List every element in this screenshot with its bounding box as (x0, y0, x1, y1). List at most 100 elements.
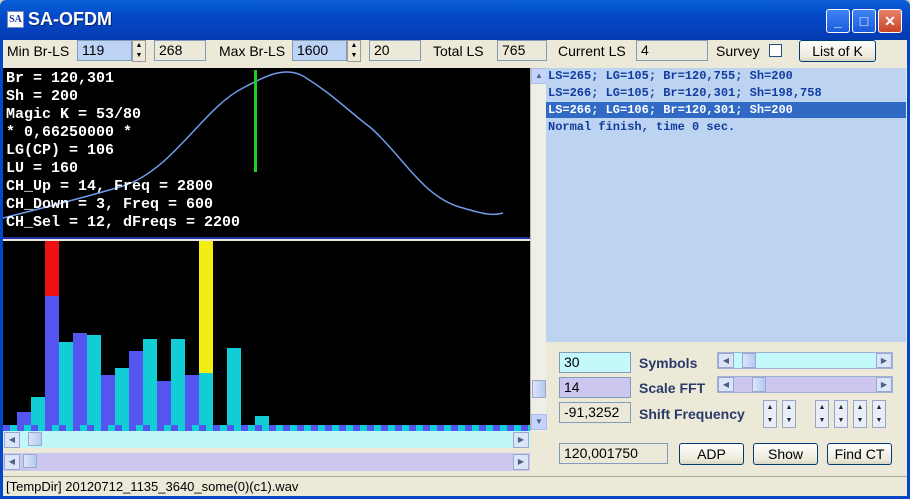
scroll-thumb[interactable] (532, 380, 546, 398)
shift-step-spinner[interactable]: ▲ ▼ (872, 400, 886, 428)
app-icon: SA (7, 11, 24, 28)
shift-step-spinner[interactable]: ▲ ▼ (815, 400, 829, 428)
spin-down-icon[interactable]: ▼ (133, 51, 145, 61)
min-br-ls-input[interactable]: 119 (77, 40, 132, 61)
spectrum-bar (101, 375, 115, 425)
scale-fft-slider[interactable]: ◀ ▶ (717, 376, 893, 393)
plot-info-line: * 0,66250000 * (6, 124, 133, 141)
min-br-ls-second-field[interactable]: 268 (154, 40, 206, 61)
spectrum-bar-highlight (199, 241, 213, 373)
scroll-left-icon[interactable]: ◀ (4, 454, 20, 470)
step-down-icon[interactable]: ▼ (873, 414, 885, 427)
show-button[interactable]: Show (753, 443, 818, 465)
spectrum-bar (17, 412, 31, 425)
shift-step-spinner[interactable]: ▲ ▼ (834, 400, 848, 428)
shift-step-spinner[interactable]: ▲ ▼ (853, 400, 867, 428)
spectrum-bar (31, 397, 45, 425)
current-ls-label: Current LS (558, 43, 626, 59)
slider-thumb[interactable] (752, 377, 766, 392)
scroll-right-icon[interactable]: ▶ (513, 454, 529, 470)
spectrum-bar (129, 351, 143, 425)
log-line[interactable]: LS=266; LG=105; Br=120,301; Sh=198,758 (546, 85, 906, 101)
spectrum-bar (59, 342, 73, 425)
slider-left-icon[interactable]: ◀ (718, 353, 734, 368)
spectrum-bar (73, 333, 87, 425)
spectrum-horizontal-scrollbar[interactable]: ◀ ▶ (3, 431, 530, 448)
br-result-field[interactable]: 120,001750 (559, 443, 668, 464)
scroll-left-icon[interactable]: ◀ (4, 432, 20, 448)
max-br-ls-input[interactable]: 1600 (292, 40, 347, 61)
log-line[interactable]: LS=265; LG=105; Br=120,755; Sh=200 (546, 68, 906, 84)
spectrum-bar (87, 335, 101, 425)
status-bar: [TempDir] 20120712_1135_3640_some(0)(c1)… (3, 476, 907, 496)
find-ct-button[interactable]: Find CT (827, 443, 892, 465)
spectrum-bar (227, 348, 241, 425)
log-line[interactable]: Normal finish, time 0 sec. (546, 119, 906, 135)
step-up-icon[interactable]: ▲ (783, 401, 795, 414)
max-br-ls-second-field[interactable]: 20 (369, 40, 421, 61)
plot-info-line: CH_Sel = 12, dFreqs = 2200 (6, 214, 241, 231)
step-up-icon[interactable]: ▲ (873, 401, 885, 414)
time-horizontal-scrollbar[interactable]: ◀ ▶ (3, 453, 530, 471)
scroll-right-icon[interactable]: ▶ (513, 432, 529, 448)
step-up-icon[interactable]: ▲ (764, 401, 776, 414)
max-br-ls-spinner[interactable]: ▲ ▼ (347, 40, 361, 62)
spin-up-icon[interactable]: ▲ (348, 41, 360, 51)
spin-up-icon[interactable]: ▲ (133, 41, 145, 51)
close-button[interactable]: ✕ (878, 9, 902, 33)
plot-info-line: LU = 160 (6, 160, 79, 177)
maximize-button[interactable]: □ (852, 9, 876, 33)
plot-info-line: LG(CP) = 106 (6, 142, 115, 159)
shift-frequency-label: Shift Frequency (639, 406, 745, 422)
plot-info-line: Br = 120,301 (6, 70, 115, 87)
spectrum-bar (115, 368, 129, 425)
survey-checkbox[interactable] (769, 44, 782, 57)
spectrum-bar-highlight (45, 241, 59, 296)
spectrum-bar (143, 339, 157, 425)
min-br-ls-label: Min Br-LS (7, 43, 70, 59)
spectrum-bar (185, 375, 199, 425)
step-up-icon[interactable]: ▲ (816, 401, 828, 414)
scale-fft-label: Scale FFT (639, 380, 706, 396)
symbols-field[interactable]: 30 (559, 352, 631, 373)
step-down-icon[interactable]: ▼ (854, 414, 866, 427)
scroll-thumb[interactable] (28, 432, 42, 446)
step-down-icon[interactable]: ▼ (835, 414, 847, 427)
adp-button[interactable]: ADP (679, 443, 744, 465)
slider-right-icon[interactable]: ▶ (876, 377, 892, 392)
results-log[interactable]: LS=265; LG=105; Br=120,755; Sh=200 LS=266… (546, 68, 906, 342)
shift-step-spinner[interactable]: ▲ ▼ (782, 400, 796, 428)
spectrum-bar (255, 416, 269, 425)
list-of-k-button[interactable]: List of K (799, 40, 876, 62)
slider-right-icon[interactable]: ▶ (876, 353, 892, 368)
log-line[interactable]: LS=266; LG=106; Br=120,301; Sh=200 (546, 102, 906, 118)
step-down-icon[interactable]: ▼ (816, 414, 828, 427)
spectrum-plot (3, 241, 530, 431)
scale-fft-field[interactable]: 14 (559, 377, 631, 398)
plot-info-line: CH_Up = 14, Freq = 2800 (6, 178, 214, 195)
plot-vertical-scrollbar[interactable]: ▲ ▼ (530, 68, 547, 431)
shift-frequency-field[interactable]: -91,3252 (559, 402, 631, 423)
symbols-slider[interactable]: ◀ ▶ (717, 352, 893, 369)
slider-thumb[interactable] (742, 353, 756, 368)
scroll-down-icon[interactable]: ▼ (531, 414, 547, 430)
scroll-thumb[interactable] (23, 454, 37, 468)
marker-line (254, 70, 257, 172)
slider-left-icon[interactable]: ◀ (718, 377, 734, 392)
shift-step-spinner[interactable]: ▲ ▼ (763, 400, 777, 428)
total-ls-field[interactable]: 765 (497, 40, 547, 61)
min-br-ls-spinner[interactable]: ▲ ▼ (132, 40, 146, 62)
title-bar[interactable]: SA SA-OFDM _ □ ✕ (0, 0, 910, 40)
step-up-icon[interactable]: ▲ (854, 401, 866, 414)
minimize-button[interactable]: _ (826, 9, 850, 33)
spin-down-icon[interactable]: ▼ (348, 51, 360, 61)
current-ls-field[interactable]: 4 (636, 40, 708, 61)
window-title: SA-OFDM (28, 9, 112, 29)
step-up-icon[interactable]: ▲ (835, 401, 847, 414)
total-ls-label: Total LS (433, 43, 484, 59)
waveform-plot: Br = 120,301 Sh = 200 Magic K = 53/80 * 0,6… (3, 68, 530, 239)
spectrum-bar (157, 381, 171, 425)
step-down-icon[interactable]: ▼ (783, 414, 795, 427)
scroll-up-icon[interactable]: ▲ (531, 68, 547, 84)
step-down-icon[interactable]: ▼ (764, 414, 776, 427)
